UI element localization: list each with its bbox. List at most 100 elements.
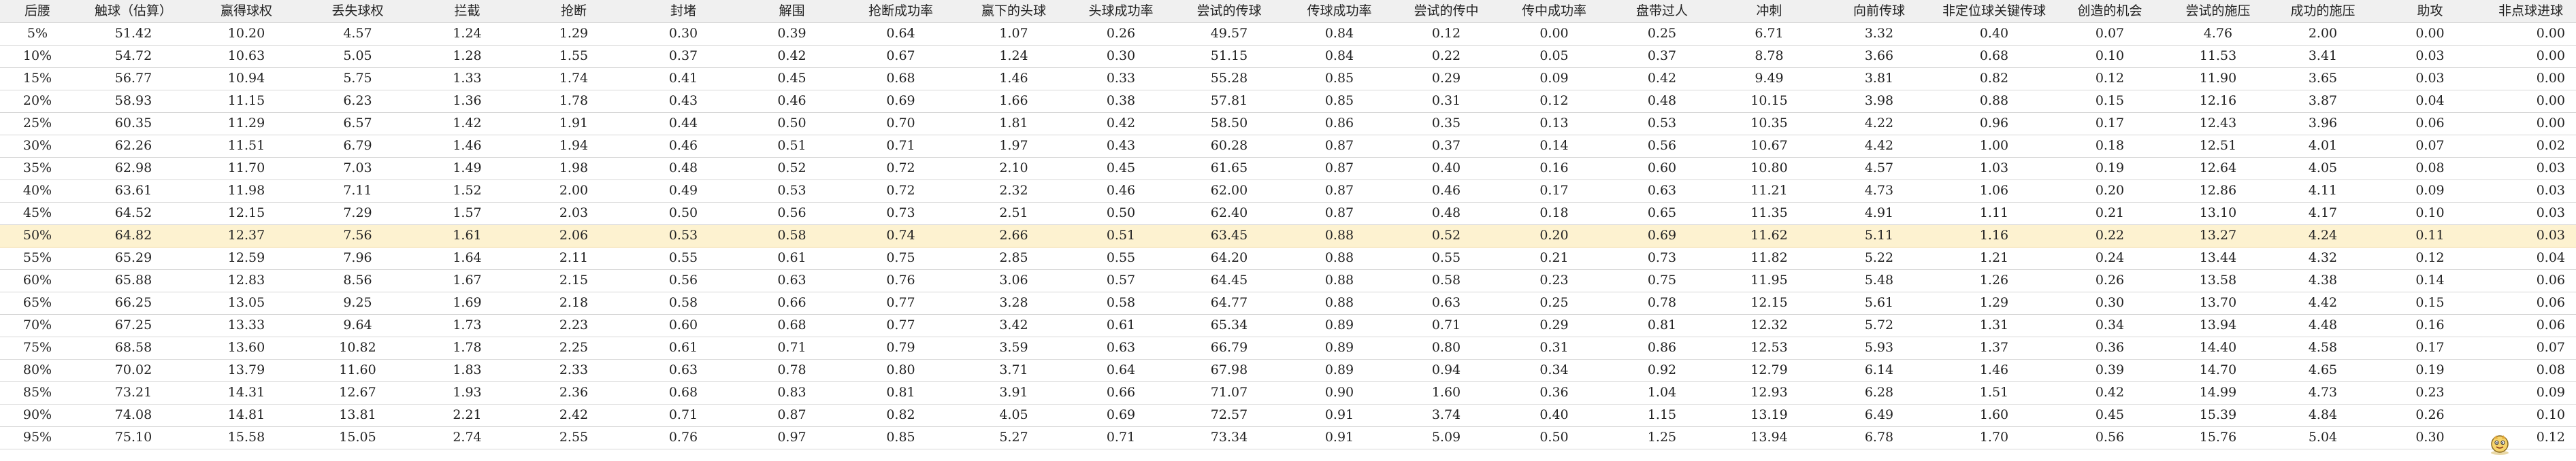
value-cell: 0.60 bbox=[1608, 157, 1716, 180]
table-row: 60% 65.88 12.83 8.56 1.67 2.15 0.56 0.63 0.76 3.0… bbox=[0, 269, 2576, 292]
value-cell: 0.46 bbox=[627, 135, 739, 158]
value-cell: 1.67 bbox=[414, 269, 520, 292]
value-cell: 0.88 bbox=[1287, 292, 1392, 315]
value-cell: 5.72 bbox=[1822, 314, 1936, 337]
value-cell: 0.17 bbox=[2052, 112, 2168, 135]
value-cell: 0.49 bbox=[627, 180, 739, 203]
column-header: 抢断 bbox=[520, 0, 627, 23]
value-cell: 0.15 bbox=[2377, 292, 2483, 315]
value-cell: 11.21 bbox=[1716, 180, 1822, 203]
value-cell: 0.21 bbox=[2052, 202, 2168, 225]
value-cell: 11.82 bbox=[1716, 247, 1822, 270]
value-cell: 0.63 bbox=[1608, 180, 1716, 203]
value-cell: 0.63 bbox=[627, 359, 739, 382]
value-cell: 0.31 bbox=[1392, 90, 1501, 113]
value-cell: 0.71 bbox=[1392, 314, 1501, 337]
percentile-cell: 30% bbox=[0, 135, 75, 158]
value-cell: 0.14 bbox=[2377, 269, 2483, 292]
value-cell: 0.66 bbox=[1071, 381, 1171, 405]
value-cell: 0.88 bbox=[1287, 247, 1392, 270]
value-cell: 0.82 bbox=[1936, 67, 2052, 90]
value-cell: 4.01 bbox=[2268, 135, 2377, 158]
table-row: 10% 54.72 10.63 5.05 1.28 1.55 0.37 0.42 0.67 1.2… bbox=[0, 45, 2576, 68]
value-cell: 9.49 bbox=[1716, 67, 1822, 90]
value-cell: 0.96 bbox=[1936, 112, 2052, 135]
value-cell: 4.05 bbox=[957, 404, 1071, 427]
value-cell: 0.36 bbox=[1501, 381, 1608, 405]
table-row: 45% 64.52 12.15 7.29 1.57 2.03 0.50 0.56 0.73 2.5… bbox=[0, 202, 2576, 225]
value-cell: 0.85 bbox=[1287, 67, 1392, 90]
value-cell: 0.50 bbox=[1501, 426, 1608, 449]
value-cell: 9.64 bbox=[301, 314, 414, 337]
value-cell: 6.23 bbox=[301, 90, 414, 113]
value-cell: 0.57 bbox=[1071, 269, 1171, 292]
table-row: 55% 65.29 12.59 7.96 1.64 2.11 0.55 0.61 0.75 2.8… bbox=[0, 247, 2576, 270]
value-cell: 12.16 bbox=[2168, 90, 2268, 113]
value-cell: 0.97 bbox=[739, 426, 845, 449]
value-cell: 0.80 bbox=[1392, 337, 1501, 360]
value-cell: 5.05 bbox=[301, 45, 414, 68]
value-cell: 1.73 bbox=[414, 314, 520, 337]
table-row: 40% 63.61 11.98 7.11 1.52 2.00 0.49 0.53 0.72 2.3… bbox=[0, 180, 2576, 203]
column-header: 成功的施压 bbox=[2268, 0, 2377, 23]
value-cell: 11.62 bbox=[1716, 224, 1822, 247]
value-cell: 0.83 bbox=[739, 381, 845, 405]
table-row: 20% 58.93 11.15 6.23 1.36 1.78 0.43 0.46 0.69 1.6… bbox=[0, 90, 2576, 113]
value-cell: 10.63 bbox=[192, 45, 301, 68]
value-cell: 11.53 bbox=[2168, 45, 2268, 68]
value-cell: 5.93 bbox=[1822, 337, 1936, 360]
percentile-table-sheet: 后腰 触球（估算） 赢得球权 丢失球权 拦截 抢断 封堵 解围 抢断成功率 赢下的头球 头球成功率尝… bbox=[0, 0, 2576, 461]
value-cell: 14.31 bbox=[192, 381, 301, 405]
value-cell: 6.28 bbox=[1822, 381, 1936, 405]
value-cell: 1.81 bbox=[957, 112, 1071, 135]
value-cell: 3.87 bbox=[2268, 90, 2377, 113]
value-cell: 0.41 bbox=[627, 67, 739, 90]
value-cell: 61.65 bbox=[1171, 157, 1287, 180]
value-cell: 73.21 bbox=[75, 381, 192, 405]
column-header: 赢得球权 bbox=[192, 0, 301, 23]
value-cell: 0.00 bbox=[2483, 67, 2576, 90]
value-cell: 0.17 bbox=[2377, 337, 2483, 360]
value-cell: 0.69 bbox=[1608, 224, 1716, 247]
value-cell: 12.83 bbox=[192, 269, 301, 292]
value-cell: 0.40 bbox=[1936, 22, 2052, 46]
value-cell: 75.10 bbox=[75, 426, 192, 449]
value-cell: 2.55 bbox=[520, 426, 627, 449]
value-cell: 13.05 bbox=[192, 292, 301, 315]
value-cell: 0.22 bbox=[2052, 224, 2168, 247]
value-cell: 4.84 bbox=[2268, 404, 2377, 427]
value-cell: 0.67 bbox=[845, 45, 957, 68]
value-cell: 12.67 bbox=[301, 381, 414, 405]
value-cell: 3.06 bbox=[957, 269, 1071, 292]
value-cell: 1.03 bbox=[1936, 157, 2052, 180]
percentile-cell: 35% bbox=[0, 157, 75, 180]
value-cell: 1.93 bbox=[414, 381, 520, 405]
value-cell: 12.93 bbox=[1716, 381, 1822, 405]
value-cell: 5.61 bbox=[1822, 292, 1936, 315]
value-cell: 1.04 bbox=[1608, 381, 1716, 405]
column-header: 拦截 bbox=[414, 0, 520, 23]
value-cell: 3.65 bbox=[2268, 67, 2377, 90]
value-cell: 0.71 bbox=[845, 135, 957, 158]
value-cell: 13.44 bbox=[2168, 247, 2268, 270]
table-row: 35% 62.98 11.70 7.03 1.49 1.98 0.48 0.52 0.72 2.1… bbox=[0, 157, 2576, 180]
value-cell: 65.88 bbox=[75, 269, 192, 292]
value-cell: 0.64 bbox=[1071, 359, 1171, 382]
value-cell: 0.16 bbox=[1501, 157, 1608, 180]
value-cell: 0.92 bbox=[1608, 359, 1716, 382]
value-cell: 0.00 bbox=[2483, 90, 2576, 113]
highlighted-table-row: 50% 64.82 12.37 7.56 1.61 2.06 0.53 0.58 0.74 2.6… bbox=[0, 224, 2576, 247]
column-header: 传中成功率 bbox=[1501, 0, 1608, 23]
value-cell: 0.00 bbox=[2483, 22, 2576, 46]
value-cell: 0.45 bbox=[739, 67, 845, 90]
value-cell: 6.14 bbox=[1822, 359, 1936, 382]
value-cell: 0.43 bbox=[1071, 135, 1171, 158]
value-cell: 3.71 bbox=[957, 359, 1071, 382]
value-cell: 0.26 bbox=[2052, 269, 2168, 292]
value-cell: 1.94 bbox=[520, 135, 627, 158]
value-cell: 1.15 bbox=[1608, 404, 1716, 427]
value-cell: 0.03 bbox=[2483, 224, 2576, 247]
value-cell: 12.86 bbox=[2168, 180, 2268, 203]
column-header: 触球（估算） bbox=[75, 0, 192, 23]
value-cell: 66.79 bbox=[1171, 337, 1287, 360]
